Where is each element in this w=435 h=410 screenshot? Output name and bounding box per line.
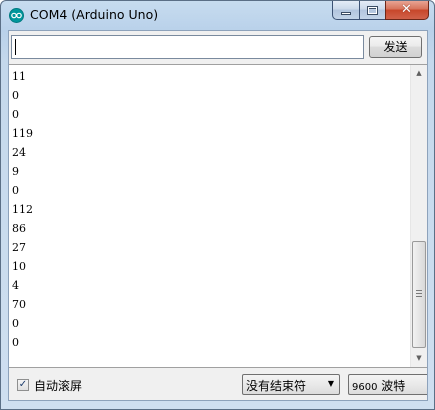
status-bar: ✓ 自动滚屏 没有结束符 ▼ 9600 波特 [9, 368, 427, 400]
grip-icon [416, 290, 422, 297]
chevron-down-icon: ▼ [327, 379, 334, 388]
title-bar[interactable]: COM4 (Arduino Uno) ✕ [1, 1, 434, 29]
send-input[interactable] [11, 35, 364, 59]
autoscroll-label[interactable]: 自动滚屏 [34, 377, 82, 394]
baud-rate-display: 9600 波特 [352, 377, 405, 394]
serial-output[interactable]: 11 0 0 119 24 9 0 112 86 27 10 4 70 0 0 … [9, 64, 427, 368]
output-line: 27 [12, 241, 26, 254]
window-title: COM4 (Arduino Uno) [30, 7, 159, 22]
output-line: 10 [12, 260, 26, 273]
send-button[interactable]: 发送 [369, 36, 422, 58]
vertical-scrollbar[interactable]: ▲ ▼ [410, 65, 427, 367]
output-line: 11 [12, 70, 26, 83]
output-line: 0 [12, 317, 19, 330]
output-line: 0 [12, 184, 19, 197]
output-line: 119 [12, 127, 33, 140]
output-line: 9 [12, 165, 19, 178]
output-line: 0 [12, 108, 19, 121]
maximize-button[interactable] [359, 1, 385, 20]
output-line: 86 [12, 222, 26, 235]
close-button[interactable]: ✕ [385, 1, 429, 20]
scroll-up-icon[interactable]: ▲ [411, 65, 427, 82]
output-line: 0 [12, 89, 19, 102]
output-lines: 11 0 0 119 24 9 0 112 86 27 10 4 70 0 0 [12, 70, 33, 355]
minimize-button[interactable] [332, 1, 359, 20]
scrollbar-thumb[interactable] [412, 241, 426, 348]
minimize-icon [341, 12, 351, 15]
serial-monitor-client: 发送 11 0 0 119 24 9 0 112 86 27 10 4 70 0… [8, 30, 428, 401]
scroll-down-icon[interactable]: ▼ [411, 350, 427, 367]
close-icon: ✕ [401, 2, 412, 17]
baud-rate-select[interactable]: 9600 波特 [348, 374, 427, 395]
output-line: 0 [12, 336, 19, 349]
line-ending-select[interactable]: 没有结束符 ▼ [242, 374, 340, 395]
maximize-icon [367, 6, 378, 15]
output-line: 112 [12, 203, 33, 216]
arduino-icon [9, 8, 24, 23]
baud-rate-value: 9600 [352, 382, 378, 393]
caption-buttons: ✕ [332, 1, 429, 21]
serial-monitor-window: COM4 (Arduino Uno) ✕ 发送 11 0 0 119 24 9 [0, 0, 435, 410]
output-line: 24 [12, 146, 26, 159]
text-caret [15, 39, 16, 55]
line-ending-value: 没有结束符 [246, 379, 307, 393]
output-line: 4 [12, 279, 19, 292]
baud-rate-unit: 波特 [381, 379, 406, 393]
output-line: 70 [12, 298, 26, 311]
autoscroll-checkbox[interactable]: ✓ [17, 379, 29, 391]
